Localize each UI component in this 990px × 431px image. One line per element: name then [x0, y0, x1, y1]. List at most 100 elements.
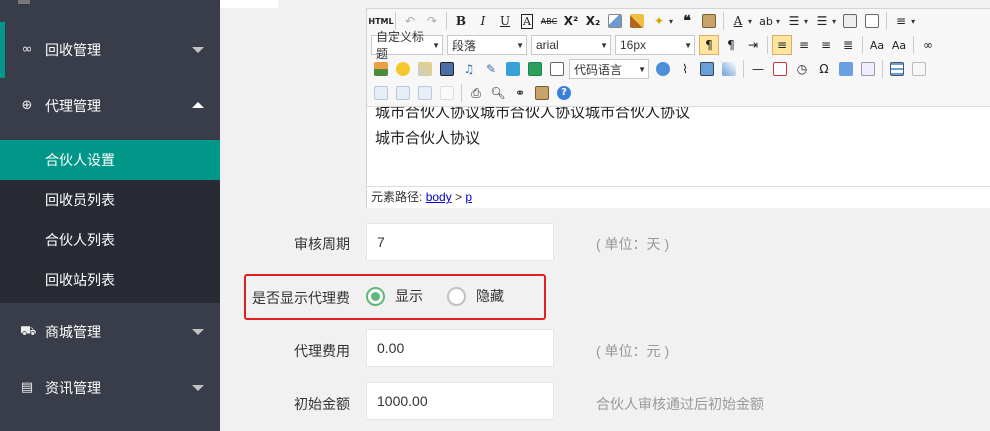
review-period-label: 审核周期 [294, 236, 350, 252]
map-icon [506, 62, 520, 76]
web-icon [656, 62, 670, 76]
highlight-color-icon: ab [759, 14, 773, 28]
attachment-icon: ✎ [485, 62, 497, 76]
time-button[interactable]: ◷ [792, 59, 812, 79]
radio-show[interactable]: 显示 [366, 286, 423, 306]
code-language-select[interactable]: 代码语言 ▼ [569, 59, 649, 79]
insert-row-button[interactable] [371, 83, 391, 103]
horizontal-rule-button[interactable]: — [748, 59, 768, 79]
date-button[interactable] [770, 59, 790, 79]
nav-group-mall[interactable]: ⛟ 商城管理 [0, 304, 220, 360]
nav-group-label: 回收管理 [45, 42, 101, 58]
nav-group-label: 商城管理 [45, 324, 101, 340]
music-button[interactable]: ♫ [459, 59, 479, 79]
paragraph-select[interactable]: 段落 ▼ [447, 35, 527, 55]
clear-doc-button[interactable] [862, 11, 882, 31]
underline-icon: U [499, 14, 511, 28]
font-color-button[interactable]: A [728, 11, 748, 31]
bold-button[interactable]: B [451, 11, 471, 31]
initial-amount-hint: 合伙人审核通过后初始金额 [596, 396, 764, 412]
auto-format-button[interactable]: ✦ [649, 11, 669, 31]
insert-col-icon [396, 86, 410, 100]
attachment-button[interactable]: ✎ [481, 59, 501, 79]
align-justify-button[interactable]: ≣ [838, 35, 858, 55]
strikethrough-button[interactable]: ABC [539, 11, 559, 31]
link-button[interactable]: ∞ [918, 35, 938, 55]
subnav-item-partner-settings[interactable]: 合伙人设置 [0, 140, 220, 180]
line-height-button[interactable]: ≡ [891, 11, 911, 31]
recycle-icon: ∞ [21, 42, 33, 57]
background-button[interactable] [719, 59, 739, 79]
element-path-body-link[interactable]: body [426, 190, 452, 204]
eraser-button[interactable] [605, 11, 625, 31]
subscript-button[interactable]: X₂ [583, 11, 603, 31]
font-border-button[interactable]: A [517, 11, 537, 31]
pagebreak-button[interactable]: ⌇ [675, 59, 695, 79]
radio-checked-icon [366, 286, 385, 306]
paste-plain-button[interactable] [699, 11, 719, 31]
spellcheck-button[interactable] [858, 59, 878, 79]
initial-amount-label: 初始金额 [294, 396, 350, 412]
frame-button[interactable] [547, 59, 567, 79]
help-button[interactable]: ? [554, 83, 574, 103]
delete-table-button[interactable] [909, 59, 929, 79]
uppercase-button[interactable]: Aa [867, 35, 887, 55]
font-size-select[interactable]: 16px ▼ [615, 35, 695, 55]
wordimage-button[interactable] [836, 59, 856, 79]
emotion-icon [396, 62, 410, 76]
select-all-button[interactable] [840, 11, 860, 31]
ordered-list-button[interactable]: ☰ [784, 11, 804, 31]
italic-button[interactable]: I [473, 11, 493, 31]
preview-button[interactable]: 🔍︎ [488, 83, 508, 103]
format-painter-button[interactable] [627, 11, 647, 31]
tab-active[interactable] [220, 0, 278, 8]
review-period-input[interactable]: 7 [366, 223, 554, 261]
subnav-item-station-list[interactable]: 回收站列表 [0, 260, 220, 300]
search-replace-button[interactable]: ⚭ [510, 83, 530, 103]
split-cells-button[interactable] [437, 83, 457, 103]
font-family-select[interactable]: arial ▼ [531, 35, 611, 55]
element-path-p-link[interactable]: p [465, 190, 472, 204]
web-image-button[interactable] [653, 59, 673, 79]
custom-title-select[interactable]: 自定义标题 ▼ [371, 30, 443, 61]
video-button[interactable] [437, 59, 457, 79]
underline-button[interactable]: U [495, 11, 515, 31]
print-button[interactable]: ⎙ [466, 83, 486, 103]
indent-button[interactable]: ⇥ [743, 35, 763, 55]
emotion-button[interactable] [393, 59, 413, 79]
radio-hide[interactable]: 隐藏 [447, 286, 504, 306]
subnav-item-recycler-list[interactable]: 回收员列表 [0, 180, 220, 220]
nav-group-label: 代理管理 [45, 98, 101, 114]
highlight-color-button[interactable]: ab [756, 11, 776, 31]
editor-content[interactable]: 城市合伙人协议城市合伙人协议城市合伙人协议 城市合伙人协议 [367, 107, 990, 185]
insert-col-button[interactable] [393, 83, 413, 103]
align-left-button[interactable]: ≡ [772, 35, 792, 55]
gmap-button[interactable] [525, 59, 545, 79]
scrawl-button[interactable] [415, 59, 435, 79]
unordered-list-button[interactable]: ☰ [812, 11, 832, 31]
drafts-button[interactable] [532, 83, 552, 103]
plus-circle-icon: ⊕ [21, 98, 33, 113]
blockquote-button[interactable]: ❝ [677, 11, 697, 31]
align-center-button[interactable]: ≡ [794, 35, 814, 55]
paste-icon [702, 14, 717, 28]
insert-table-button[interactable] [887, 59, 907, 79]
initial-amount-input[interactable]: 1000.00 [366, 382, 554, 420]
nav-group-news[interactable]: ▤ 资讯管理 [0, 360, 220, 416]
lowercase-button[interactable]: Aa [889, 35, 909, 55]
nav-group-agent[interactable]: ⊕ 代理管理 [0, 78, 220, 134]
rtl-button[interactable]: ¶ [721, 35, 741, 55]
special-chars-button[interactable]: Ω [814, 59, 834, 79]
template-button[interactable] [697, 59, 717, 79]
ltr-button[interactable]: ¶ [699, 35, 719, 55]
preview-icon: 🔍︎ [490, 86, 506, 100]
image-button[interactable] [371, 59, 391, 79]
superscript-button[interactable]: X² [561, 11, 581, 31]
map-button[interactable] [503, 59, 523, 79]
merge-cells-button[interactable] [415, 83, 435, 103]
agent-fee-hint: ( 单位：元 ) [596, 343, 670, 359]
nav-group-recycle[interactable]: ∞ 回收管理 [0, 22, 220, 78]
agent-fee-input[interactable]: 0.00 [366, 329, 554, 367]
align-right-button[interactable]: ≡ [816, 35, 836, 55]
subnav-item-partner-list[interactable]: 合伙人列表 [0, 220, 220, 260]
